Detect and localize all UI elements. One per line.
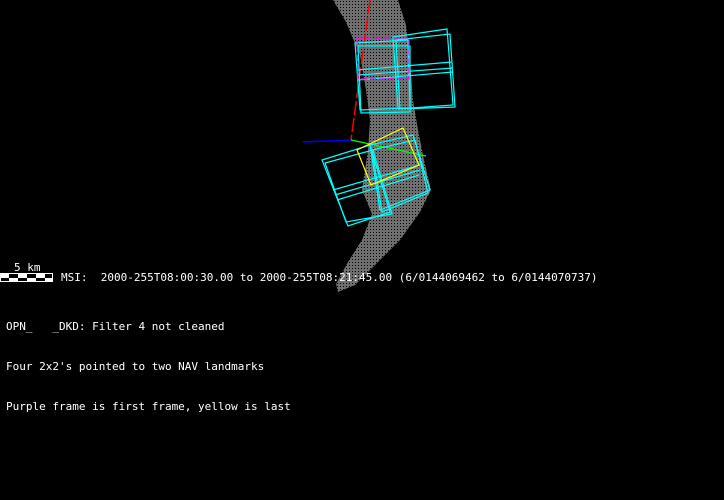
note-line: Four 2x2's pointed to two NAV landmarks xyxy=(6,360,265,373)
note-line: Purple frame is first frame, yellow is l… xyxy=(6,400,291,413)
notes: OPN_ _DKD: Filter 4 not cleaned Four 2x2… xyxy=(6,294,291,440)
scale-bar xyxy=(0,273,53,282)
time-range-header: MSI: 2000-255T08:00:30.00 to 2000-255T08… xyxy=(61,271,597,284)
time-range: 2000-255T08:00:30.00 to 2000-255T08:21:4… xyxy=(100,271,598,284)
scale-bar-label: 5 km xyxy=(14,261,41,274)
note-line: OPN_ _DKD: Filter 4 not cleaned xyxy=(6,320,225,333)
msi-footprint-plot: 5 km MSI: 2000-255T08:00:30.00 to 2000-2… xyxy=(0,0,724,500)
axis-z-line xyxy=(302,139,352,143)
instrument-label: MSI: xyxy=(61,271,88,284)
